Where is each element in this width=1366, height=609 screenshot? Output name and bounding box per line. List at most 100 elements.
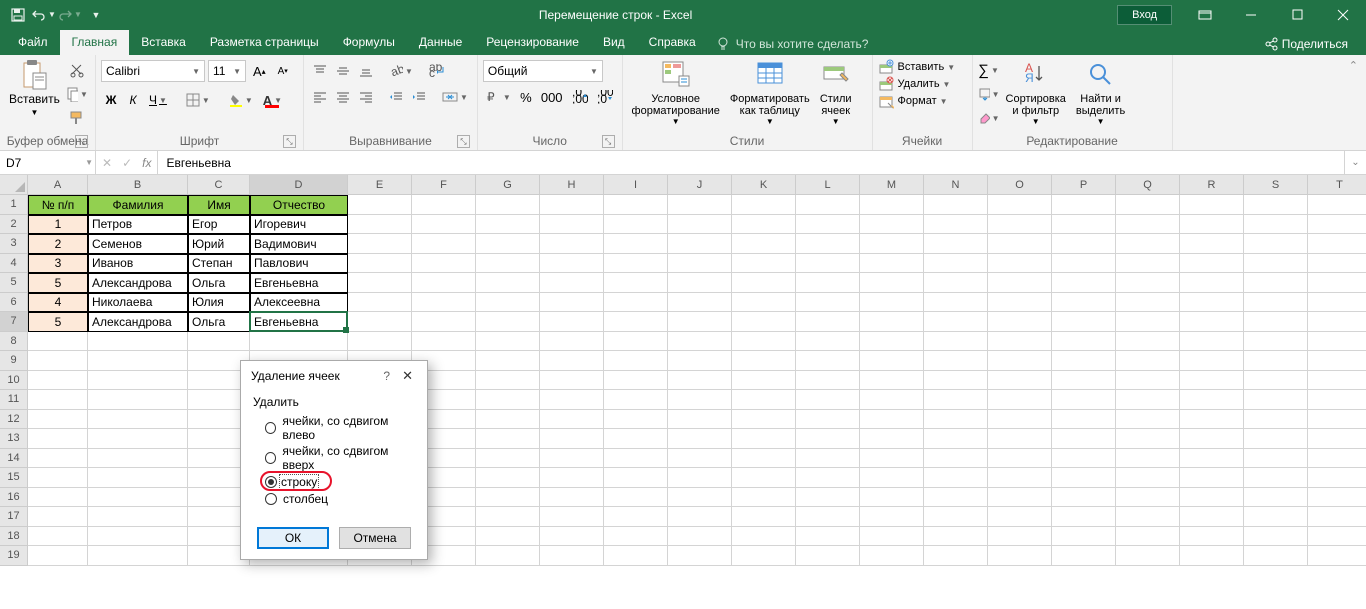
cell[interactable] (668, 527, 732, 547)
cell[interactable] (412, 312, 476, 332)
align-top-icon[interactable] (309, 60, 331, 82)
number-format-combo[interactable]: Общий▼ (483, 60, 603, 82)
cell[interactable] (668, 195, 732, 215)
data-cell[interactable]: Степан (188, 254, 250, 274)
cell[interactable] (924, 332, 988, 352)
cell[interactable] (28, 429, 88, 449)
cell[interactable] (540, 449, 604, 469)
column-header-P[interactable]: P (1052, 175, 1116, 195)
cell[interactable] (1180, 488, 1244, 508)
row-header-19[interactable]: 19 (0, 546, 28, 566)
row-header-4[interactable]: 4 (0, 254, 28, 274)
cell[interactable] (540, 507, 604, 527)
data-cell[interactable]: 5 (28, 312, 88, 332)
cell[interactable] (1308, 254, 1366, 274)
cell[interactable] (1308, 273, 1366, 293)
cell[interactable] (924, 527, 988, 547)
cell[interactable] (668, 215, 732, 235)
cell[interactable] (1244, 488, 1308, 508)
cell[interactable] (540, 273, 604, 293)
cell[interactable] (604, 273, 668, 293)
cell[interactable] (1308, 215, 1366, 235)
cell[interactable] (476, 332, 540, 352)
cell[interactable] (1180, 273, 1244, 293)
cell[interactable] (924, 507, 988, 527)
cell[interactable] (1180, 312, 1244, 332)
cell[interactable] (1308, 371, 1366, 391)
row-header-9[interactable]: 9 (0, 351, 28, 371)
cell[interactable] (732, 449, 796, 469)
cell[interactable] (1116, 215, 1180, 235)
ribbon-display-icon[interactable] (1182, 0, 1228, 29)
cell[interactable] (540, 312, 604, 332)
column-header-K[interactable]: K (732, 175, 796, 195)
cell[interactable] (732, 234, 796, 254)
insert-cells-button[interactable]: Вставить▼ (878, 59, 956, 75)
column-header-N[interactable]: N (924, 175, 988, 195)
cell[interactable] (1244, 215, 1308, 235)
cell[interactable] (668, 234, 732, 254)
cell[interactable] (1052, 254, 1116, 274)
cell[interactable] (604, 468, 668, 488)
cell[interactable] (1180, 195, 1244, 215)
cell[interactable] (1244, 293, 1308, 313)
cell[interactable] (348, 215, 412, 235)
tab-review[interactable]: Рецензирование (474, 30, 591, 55)
cell[interactable] (860, 254, 924, 274)
cell[interactable] (1052, 195, 1116, 215)
italic-button[interactable]: К (123, 89, 143, 111)
tab-data[interactable]: Данные (407, 30, 474, 55)
cell[interactable] (540, 390, 604, 410)
cell[interactable] (860, 351, 924, 371)
cell[interactable] (924, 429, 988, 449)
font-name-combo[interactable]: Calibri▼ (101, 60, 205, 82)
row-header-1[interactable]: 1 (0, 195, 28, 215)
cell[interactable] (476, 371, 540, 391)
name-box[interactable]: D7▼ (0, 151, 96, 174)
cell[interactable] (668, 449, 732, 469)
cell[interactable] (860, 390, 924, 410)
cell[interactable] (988, 351, 1052, 371)
cell[interactable] (1052, 390, 1116, 410)
cell[interactable] (476, 429, 540, 449)
data-cell[interactable]: Павлович (250, 254, 348, 274)
cell[interactable] (732, 390, 796, 410)
cell[interactable] (668, 351, 732, 371)
qat-customize-icon[interactable]: ▼ (84, 4, 108, 26)
cell[interactable] (1244, 312, 1308, 332)
cell[interactable] (860, 546, 924, 566)
cell[interactable] (476, 293, 540, 313)
cell[interactable] (1308, 390, 1366, 410)
cell[interactable] (668, 312, 732, 332)
cell[interactable] (796, 527, 860, 547)
column-header-Q[interactable]: Q (1116, 175, 1180, 195)
cell[interactable] (1244, 195, 1308, 215)
cell[interactable] (88, 429, 188, 449)
cell[interactable] (796, 429, 860, 449)
cell[interactable] (348, 273, 412, 293)
row-header-6[interactable]: 6 (0, 293, 28, 313)
cell[interactable] (476, 273, 540, 293)
cell[interactable] (988, 410, 1052, 430)
cell[interactable] (924, 215, 988, 235)
cell[interactable] (1308, 293, 1366, 313)
cell[interactable] (1180, 351, 1244, 371)
cell[interactable] (88, 371, 188, 391)
cell[interactable] (28, 527, 88, 547)
cell[interactable] (1116, 527, 1180, 547)
cell[interactable] (476, 507, 540, 527)
cancel-button[interactable]: Отмена (339, 527, 411, 549)
cell[interactable] (1180, 410, 1244, 430)
shrink-font-icon[interactable]: A▾ (273, 60, 293, 82)
cell[interactable] (1052, 215, 1116, 235)
cell[interactable] (1180, 507, 1244, 527)
cell[interactable] (1244, 468, 1308, 488)
delete-cells-button[interactable]: Удалить▼ (878, 76, 951, 92)
cell[interactable] (924, 488, 988, 508)
cell[interactable] (732, 488, 796, 508)
cell[interactable] (1308, 546, 1366, 566)
cell[interactable] (732, 273, 796, 293)
row-header-17[interactable]: 17 (0, 507, 28, 527)
tab-file[interactable]: Файл (6, 30, 60, 55)
column-header-G[interactable]: G (476, 175, 540, 195)
